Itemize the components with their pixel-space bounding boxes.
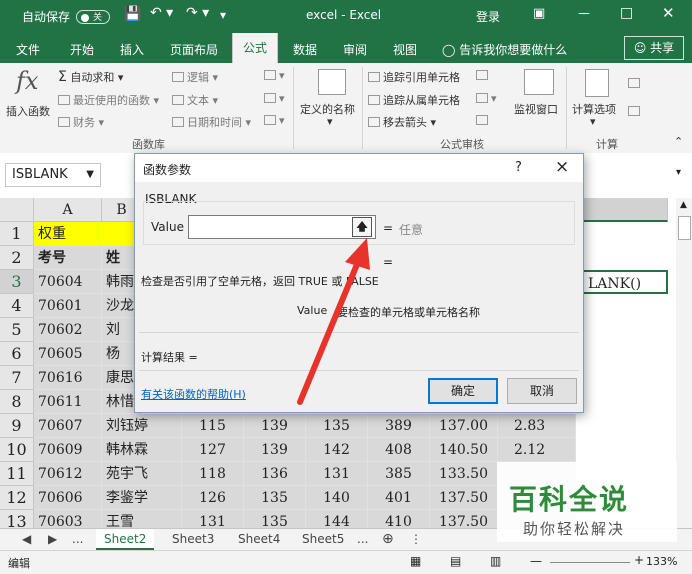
arrow-shaft bbox=[297, 259, 361, 405]
watermark-logo: 百科全说 助你轻松解决 bbox=[497, 462, 677, 542]
watermark-main: 百科全说 bbox=[509, 483, 630, 516]
watermark-sub: 助你轻松解决 bbox=[523, 520, 626, 538]
arrow-head bbox=[345, 238, 370, 270]
